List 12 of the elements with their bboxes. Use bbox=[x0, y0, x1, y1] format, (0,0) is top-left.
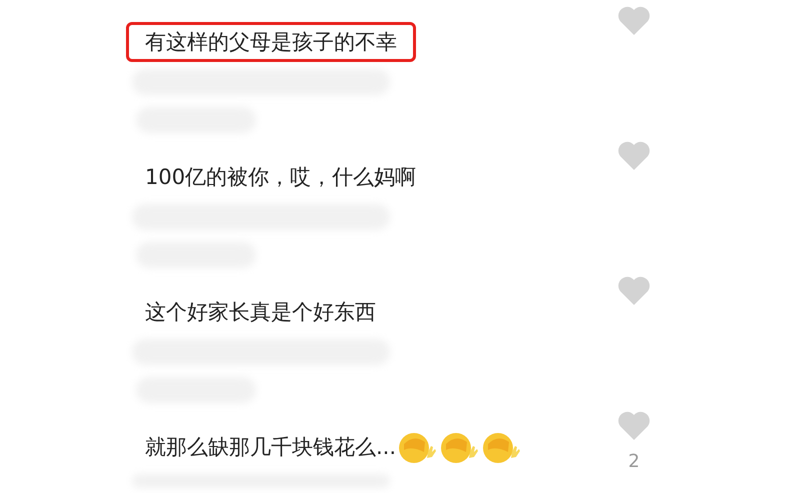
heart-icon[interactable] bbox=[617, 140, 651, 171]
emoji-icon bbox=[440, 430, 480, 464]
heart-icon[interactable] bbox=[617, 5, 651, 36]
comment-text: 就那么缺那几千块钱花么... bbox=[145, 430, 522, 464]
like-count: 2 bbox=[627, 450, 641, 474]
heart-icon[interactable] bbox=[617, 275, 651, 306]
comment-text: 100亿的被你，哎，什么妈啊 bbox=[145, 164, 416, 191]
emoji-icon bbox=[482, 430, 522, 464]
comment-text: 这个好家长真是个好东西 bbox=[145, 299, 376, 326]
heart-icon[interactable] bbox=[617, 410, 651, 441]
emoji-icon bbox=[398, 430, 438, 464]
comment-text: 有这样的父母是孩子的不幸 bbox=[129, 25, 413, 59]
